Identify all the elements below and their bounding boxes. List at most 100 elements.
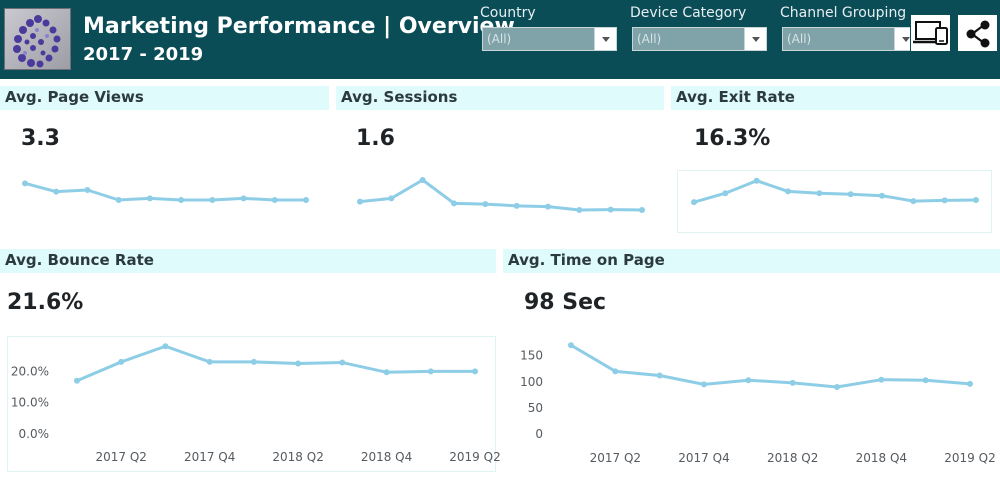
filter-country-value: (All) [487,32,512,46]
data-point[interactable] [576,207,583,213]
data-point[interactable] [146,195,153,202]
sessions-sparkline [357,177,645,213]
filter-country-select[interactable]: (All) [482,27,617,51]
chevron-down-icon[interactable] [594,28,616,50]
filter-device-select[interactable]: (All) [632,27,767,51]
y-tick-label: 0 [535,427,543,441]
page-views-title: Avg. Page Views [5,88,144,106]
data-point[interactable] [656,372,663,379]
data-point[interactable] [745,377,752,384]
series-line [24,181,306,202]
x-tick-label: 2017 Q2 [590,451,641,465]
data-point[interactable] [22,180,28,187]
series-line [693,179,977,204]
x-tick-label: 2018 Q2 [767,451,818,465]
chevron-down-icon[interactable] [744,28,766,50]
data-point[interactable] [607,206,614,213]
series-line [76,344,475,383]
device-preview-icon [913,21,948,45]
x-tick-label: 2017 Q2 [96,450,147,464]
data-point[interactable] [973,197,979,203]
data-point[interactable] [612,368,619,375]
y-tick-label: 10.0% [11,396,49,410]
exit-rate-sparkline [691,177,979,206]
y-tick-label: 50 [528,401,543,415]
date-range: 2017 - 2019 [83,44,204,65]
data-point[interactable] [84,187,91,193]
data-point[interactable] [451,200,457,207]
data-point[interactable] [691,199,697,206]
data-point[interactable] [545,203,551,210]
data-point[interactable] [427,368,434,375]
series-line [570,343,971,389]
data-point[interactable] [295,360,302,367]
filter-channel-value: (All) [787,32,812,46]
data-point[interactable] [722,190,729,197]
series-line [359,178,643,212]
time-on-page-title: Avg. Time on Page [508,251,665,269]
filter-channel-label: Channel Grouping [780,5,907,21]
device-preview-button[interactable] [910,14,951,52]
share-icon [966,20,990,48]
data-point[interactable] [162,343,169,350]
data-point[interactable] [357,198,363,205]
bounce-rate-title: Avg. Bounce Rate [5,251,154,269]
logo [4,8,71,70]
data-point[interactable] [847,191,854,198]
data-point[interactable] [178,197,185,203]
data-point[interactable] [206,358,213,365]
data-point[interactable] [419,177,426,183]
page-views-sparkline [22,180,309,203]
data-point[interactable] [568,342,574,349]
data-point[interactable] [383,369,390,376]
share-button[interactable] [957,14,998,52]
data-point[interactable] [240,195,247,202]
page-views-kpi: 3.3 [21,126,60,151]
data-point[interactable] [482,201,489,208]
sessions-panel-header: Avg. Sessions [336,86,664,110]
data-point[interactable] [910,198,917,205]
sessions-title: Avg. Sessions [341,88,458,106]
data-point[interactable] [209,197,216,203]
x-tick-label: 2018 Q4 [361,450,412,464]
data-point[interactable] [271,197,278,203]
x-tick-label: 2017 Q4 [678,451,729,465]
filter-channel-select[interactable]: (All) [782,27,917,51]
data-point[interactable] [250,358,257,365]
data-point[interactable] [639,207,645,213]
data-point[interactable] [339,359,346,366]
data-point[interactable] [701,381,707,388]
bounce-rate-chart: 0.0% 10.0% 20.0% 2017 Q2 2017 Q4 2018 Q2 2018 … [11,343,501,464]
data-point[interactable] [115,197,122,203]
data-point[interactable] [941,197,948,204]
data-point[interactable] [785,188,791,195]
data-point[interactable] [967,380,973,387]
bounce-rate-panel-header: Avg. Bounce Rate [0,249,496,273]
data-point[interactable] [834,384,840,390]
filter-country-label: Country [480,5,536,21]
y-tick-label: 0.0% [19,427,50,441]
data-point[interactable] [118,358,125,365]
time-on-page-panel-header: Avg. Time on Page [503,249,1000,273]
time-on-page-kpi: 98 Sec [524,290,607,315]
y-tick-label: 150 [520,349,543,363]
time-on-page-chart: 0 50 100 150 2017 Q2 2017 Q4 2018 Q2 2018 Q4 201… [520,342,996,465]
data-point[interactable] [753,177,760,184]
exit-rate-kpi: 16.3% [694,126,771,151]
data-point[interactable] [789,379,796,386]
x-tick-label: 2018 Q2 [272,450,323,464]
data-point[interactable] [513,202,520,209]
x-tick-label: 2019 Q2 [449,450,500,464]
filter-device-value: (All) [637,32,662,46]
data-point[interactable] [878,376,885,383]
data-point[interactable] [472,368,478,375]
data-point[interactable] [816,190,823,197]
data-point[interactable] [879,192,885,199]
data-point[interactable] [53,188,60,195]
data-point[interactable] [922,377,929,384]
data-point[interactable] [303,197,309,203]
data-point[interactable] [74,377,80,384]
filter-device-label: Device Category [630,5,747,21]
data-point[interactable] [388,195,395,202]
page-title: Marketing Performance | Overview [83,14,515,39]
